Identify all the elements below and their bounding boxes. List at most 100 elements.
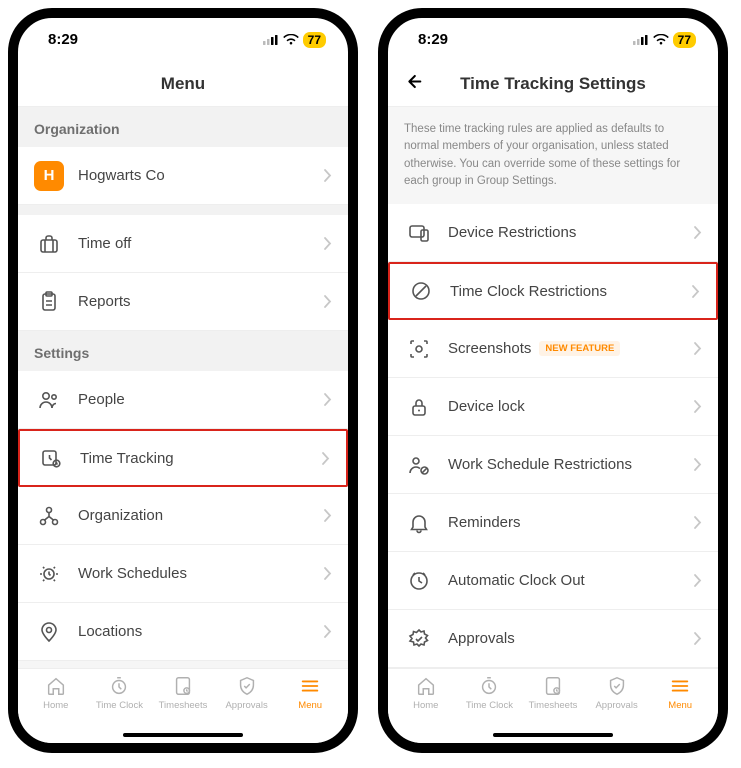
phone-left: 8:29 77 Menu Organization H Hogwarts Co … [8, 8, 358, 753]
status-time: 8:29 [418, 31, 448, 48]
back-button[interactable] [402, 70, 424, 97]
work-schedules-icon [34, 559, 64, 589]
tab-approvals[interactable]: Approvals [215, 675, 279, 711]
battery-indicator: 77 [303, 32, 326, 48]
row-device-restrictions[interactable]: Device Restrictions [388, 204, 718, 262]
people-icon [34, 385, 64, 415]
battery-indicator: 77 [673, 32, 696, 48]
tab-bar: Home Time Clock Timesheets Approvals Men… [18, 668, 348, 743]
approvals-label: Approvals [448, 630, 694, 647]
auto-clock-icon [404, 566, 434, 596]
chevron-right-icon [694, 458, 702, 471]
row-work-schedule-restrictions[interactable]: Work Schedule Restrictions [388, 436, 718, 494]
tab-time-clock[interactable]: Time Clock [458, 675, 522, 711]
help-text: These time tracking rules are applied as… [388, 107, 718, 204]
home-indicator [493, 733, 613, 737]
chevron-right-icon [692, 285, 700, 298]
page-title: Menu [161, 74, 205, 94]
row-work-schedules[interactable]: Work Schedules [18, 545, 348, 603]
screenshot-icon [404, 334, 434, 364]
time-clock-restrictions-label: Time Clock Restrictions [450, 283, 692, 300]
page-title: Time Tracking Settings [460, 74, 646, 94]
settings-content: These time tracking rules are applied as… [388, 107, 718, 668]
people-label: People [78, 391, 324, 408]
chevron-right-icon [324, 625, 332, 638]
people-restriction-icon [404, 450, 434, 480]
tab-timesheets[interactable]: Timesheets [521, 675, 585, 711]
reminders-label: Reminders [448, 514, 694, 531]
row-approvals[interactable]: Approvals [388, 610, 718, 668]
clipboard-icon [34, 287, 64, 317]
lock-icon [404, 392, 434, 422]
tab-menu[interactable]: Menu [278, 675, 342, 711]
device-restrictions-label: Device Restrictions [448, 224, 694, 241]
work-schedules-label: Work Schedules [78, 565, 324, 582]
home-indicator [123, 733, 243, 737]
screenshots-label: ScreenshotsNEW FEATURE [448, 340, 694, 357]
time-tracking-icon [36, 443, 66, 473]
row-screenshots[interactable]: ScreenshotsNEW FEATURE [388, 320, 718, 378]
chevron-right-icon [694, 400, 702, 413]
row-people[interactable]: People [18, 371, 348, 429]
status-bar: 8:29 77 [18, 18, 348, 61]
organization-label: Organization [78, 507, 324, 524]
chevron-right-icon [324, 393, 332, 406]
tab-bar: Home Time Clock Timesheets Approvals Men… [388, 668, 718, 743]
chevron-right-icon [694, 632, 702, 645]
row-reports[interactable]: Reports [18, 273, 348, 331]
header-right: Time Tracking Settings [388, 61, 718, 107]
organization-icon [34, 501, 64, 531]
chevron-right-icon [694, 342, 702, 355]
location-icon [34, 617, 64, 647]
bell-icon [404, 508, 434, 538]
header-left: Menu [18, 61, 348, 107]
phone-right: 8:29 77 Time Tracking Settings These tim… [378, 8, 728, 753]
org-avatar: H [34, 161, 64, 191]
chevron-right-icon [324, 237, 332, 250]
restriction-icon [406, 276, 436, 306]
status-bar: 8:29 77 [388, 18, 718, 61]
cellular-icon [263, 34, 279, 45]
locations-label: Locations [78, 623, 324, 640]
wifi-icon [653, 34, 669, 46]
new-feature-badge: NEW FEATURE [539, 341, 620, 356]
status-time: 8:29 [48, 31, 78, 48]
chevron-right-icon [694, 516, 702, 529]
auto-clock-out-label: Automatic Clock Out [448, 572, 694, 589]
tab-approvals[interactable]: Approvals [585, 675, 649, 711]
chevron-right-icon [694, 574, 702, 587]
section-settings: Settings [18, 331, 348, 371]
tab-time-clock[interactable]: Time Clock [88, 675, 152, 711]
tab-home[interactable]: Home [394, 675, 458, 711]
row-time-clock-restrictions[interactable]: Time Clock Restrictions [388, 262, 718, 320]
device-lock-label: Device lock [448, 398, 694, 415]
time-tracking-label: Time Tracking [80, 450, 322, 467]
org-name-label: Hogwarts Co [78, 167, 324, 184]
section-organization: Organization [18, 107, 348, 147]
row-time-tracking[interactable]: Time Tracking [18, 429, 348, 487]
chevron-right-icon [324, 169, 332, 182]
chevron-right-icon [322, 452, 330, 465]
chevron-right-icon [694, 226, 702, 239]
time-off-label: Time off [78, 235, 324, 252]
devices-icon [404, 218, 434, 248]
row-reminders[interactable]: Reminders [388, 494, 718, 552]
chevron-right-icon [324, 567, 332, 580]
row-auto-clock-out[interactable]: Automatic Clock Out [388, 552, 718, 610]
chevron-right-icon [324, 509, 332, 522]
row-locations[interactable]: Locations [18, 603, 348, 661]
approvals-icon [404, 624, 434, 654]
work-schedule-restrictions-label: Work Schedule Restrictions [448, 456, 694, 473]
cellular-icon [633, 34, 649, 45]
row-organization[interactable]: Organization [18, 487, 348, 545]
tab-home[interactable]: Home [24, 675, 88, 711]
tab-timesheets[interactable]: Timesheets [151, 675, 215, 711]
menu-content: Organization H Hogwarts Co Time off Repo… [18, 107, 348, 668]
suitcase-icon [34, 229, 64, 259]
row-org[interactable]: H Hogwarts Co [18, 147, 348, 205]
row-device-lock[interactable]: Device lock [388, 378, 718, 436]
reports-label: Reports [78, 293, 324, 310]
wifi-icon [283, 34, 299, 46]
row-time-off[interactable]: Time off [18, 215, 348, 273]
tab-menu[interactable]: Menu [648, 675, 712, 711]
